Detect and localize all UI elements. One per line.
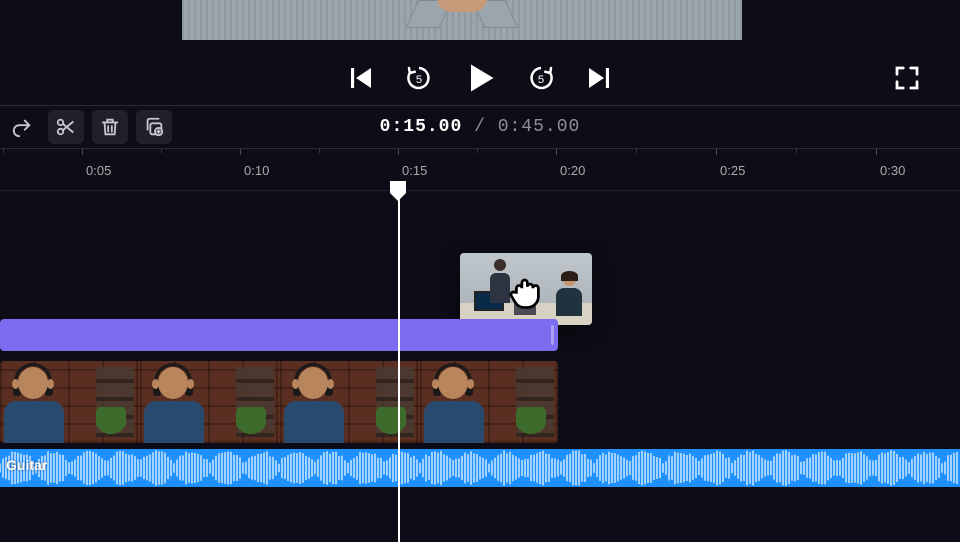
timecode-current: 0:15.00 [380,117,463,137]
duplicate-button[interactable] [136,110,172,144]
prev-frame-button[interactable] [346,63,376,93]
video-clip[interactable] [0,361,558,443]
transport-bar: 5 5 [0,54,960,102]
timecode-display: 0:15.00 / 0:45.00 [380,117,581,137]
timecode-duration: 0:45.00 [498,117,581,137]
ruler-tick-label: 0:10 [244,163,269,178]
timeline-toolbar: 0:15.00 / 0:45.00 [0,105,960,149]
ruler-tick-label: 0:25 [720,163,745,178]
preview-area: 5 5 [0,0,960,105]
waveform-icon [0,449,960,487]
timeline-ruler[interactable]: 0:05 0:10 0:15 0:20 0:25 0:30 [0,149,960,191]
ruler-tick-label: 0:30 [880,163,905,178]
svg-text:5: 5 [416,74,422,86]
ruler-tick [716,149,717,155]
ruler-tick [876,149,877,155]
ruler-tick-label: 0:15 [402,163,427,178]
preview-frame [182,0,742,40]
delete-button[interactable] [92,110,128,144]
playhead[interactable] [398,182,400,542]
audio-clip[interactable]: Guitar [0,449,960,487]
forward-5-button[interactable]: 5 [526,63,556,93]
ruler-tick-label: 0:05 [86,163,111,178]
svg-text:5: 5 [538,74,544,86]
timecode-sep: / [462,117,497,137]
rewind-5-button[interactable]: 5 [404,63,434,93]
ruler-tick-label: 0:20 [560,163,585,178]
split-button[interactable] [48,110,84,144]
play-button[interactable] [462,60,498,96]
ruler-tick [398,149,399,155]
audio-clip-label: Guitar [6,457,47,473]
ruler-tick [240,149,241,155]
next-frame-button[interactable] [584,63,614,93]
fullscreen-button[interactable] [892,63,922,93]
ruler-tick [82,149,83,155]
overlay-clip[interactable] [0,319,558,351]
ruler-tick [556,149,557,155]
timeline-tracks[interactable]: Guitar [0,191,960,540]
redo-button[interactable] [4,110,40,144]
playhead-grip-icon[interactable] [389,180,407,202]
grab-cursor-icon [504,269,548,313]
